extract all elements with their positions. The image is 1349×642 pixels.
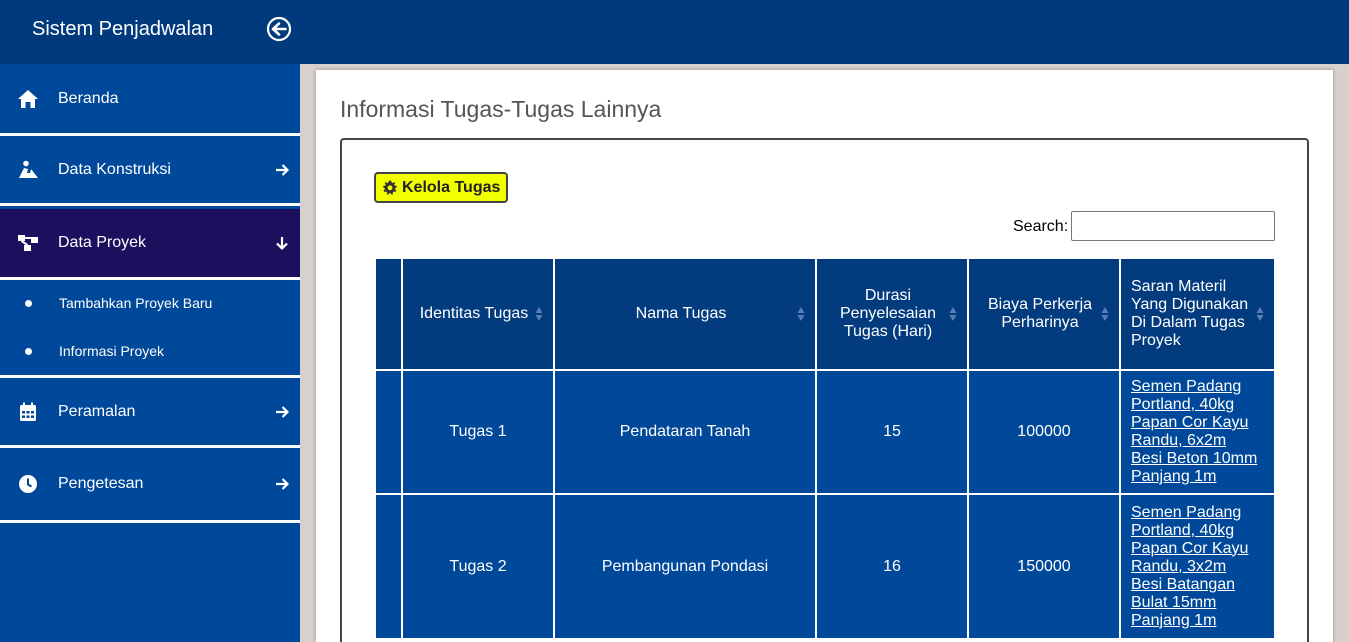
table-cell-cost: 150000 [967,493,1121,640]
sidebar-item-peramalan[interactable]: Peramalan [0,378,300,445]
sidebar-item-label: Data Proyek [58,234,147,251]
table-cell-materials: Semen Padang Portland, 40kg Papan Cor Ka… [1119,369,1276,495]
divider [0,277,300,280]
arrow-right-icon [276,163,290,176]
column-header-blank[interactable] [374,257,403,371]
column-header-label: Saran Materil Yang Digunakan Di Dalam Tu… [1131,278,1249,349]
column-header-label: Nama Tugas [635,305,727,322]
sidebar-item-label: Peramalan [58,402,136,420]
sort-icon [535,307,543,321]
table-panel: Kelola Tugas Search: Identitas Tugas Nam… [340,138,1309,642]
tasks-table: Identitas Tugas Nama Tugas Durasi Penyel… [374,257,1276,640]
bullet-icon [25,347,32,355]
column-header-durasi[interactable]: Durasi Penyelesaian Tugas (Hari) [815,257,969,371]
divider [0,520,300,523]
sidebar-item-label: Beranda [58,89,119,107]
column-header-label: Identitas Tugas [419,305,529,322]
sidebar: Beranda Data Konstruksi Data Proyek Tamb… [0,64,300,642]
search-label: Search: [1013,218,1069,235]
material-link[interactable]: Besi Batangan Bulat 15mm Panjang 1m [1131,576,1266,630]
table-row: Tugas 2 Pembangunan Pondasi 16 150000 Se… [374,493,1276,640]
arrow-right-icon [276,405,290,418]
table-cell-id: Tugas 1 [401,369,555,495]
material-link[interactable]: Papan Cor Kayu Randu, 3x2m [1131,540,1266,576]
column-header-saran-materil[interactable]: Saran Materil Yang Digunakan Di Dalam Tu… [1119,257,1276,371]
table-header-row: Identitas Tugas Nama Tugas Durasi Penyel… [374,257,1276,371]
arrow-right-icon [276,477,290,490]
sort-icon [1256,307,1264,321]
page-title: Informasi Tugas-Tugas Lainnya [340,96,662,122]
table-cell-duration: 15 [815,369,969,495]
sidebar-subitem-informasi-proyek[interactable]: Informasi Proyek [0,331,300,371]
arrow-down-icon [276,237,288,251]
table-cell-cost: 100000 [967,369,1121,495]
table-cell-duration: 16 [815,493,969,640]
material-link[interactable]: Besi Beton 10mm Panjang 1m [1131,450,1266,486]
sidebar-subitem-label: Informasi Proyek [59,343,165,359]
sort-icon [949,307,957,321]
back-arrow-icon[interactable] [266,16,292,42]
sidebar-item-beranda[interactable]: Beranda [0,64,300,133]
sort-icon [797,307,805,321]
sidebar-item-label: Pengetesan [58,474,144,492]
material-link[interactable]: Semen Padang Portland, 40kg [1131,378,1266,414]
sidebar-item-label: Data Konstruksi [58,160,171,178]
project-tree-icon [17,232,39,254]
search-input[interactable] [1071,211,1275,241]
kelola-tugas-label: Kelola Tugas [402,178,501,196]
column-header-biaya[interactable]: Biaya Perkerja Perharinya [967,257,1121,371]
material-link[interactable]: Semen Padang Portland, 40kg [1131,504,1266,540]
bullet-icon [25,299,32,307]
sidebar-subitem-label: Tambahkan Proyek Baru [59,295,213,311]
sort-icon [1101,307,1109,321]
sidebar-item-pengetesan[interactable]: Pengetesan [0,449,300,518]
table-cell-name: Pembangunan Pondasi [553,493,817,640]
home-icon [17,88,39,110]
app-title: Sistem Penjadwalan [32,18,214,40]
divider [0,445,300,448]
worker-icon [17,159,39,181]
material-link[interactable]: Papan Cor Kayu Randu, 6x2m [1131,414,1266,450]
sidebar-item-data-proyek[interactable]: Data Proyek [0,209,300,277]
table-row: Tugas 1 Pendataran Tanah 15 100000 Semen… [374,369,1276,495]
column-header-identitas[interactable]: Identitas Tugas [401,257,555,371]
top-bar: Sistem Penjadwalan [0,0,1349,64]
divider [0,203,300,206]
calendar-icon [17,401,39,423]
column-header-label: Biaya Perkerja Perharinya [987,296,1093,331]
clock-icon [17,473,39,495]
column-header-label: Durasi Penyelesaian Tugas (Hari) [839,287,937,340]
column-header-nama[interactable]: Nama Tugas [553,257,817,371]
sidebar-subitem-tambahkan-proyek[interactable]: Tambahkan Proyek Baru [0,283,300,323]
kelola-tugas-button[interactable]: Kelola Tugas [374,172,509,203]
table-cell-blank [374,493,403,640]
table-cell-name: Pendataran Tanah [553,369,817,495]
table-cell-blank [374,369,403,495]
sidebar-item-data-konstruksi[interactable]: Data Konstruksi [0,136,300,203]
main-content: Informasi Tugas-Tugas Lainnya Kelola Tug… [316,70,1333,642]
gear-icon [383,180,397,195]
table-cell-id: Tugas 2 [401,493,555,640]
table-cell-materials: Semen Padang Portland, 40kg Papan Cor Ka… [1119,493,1276,640]
